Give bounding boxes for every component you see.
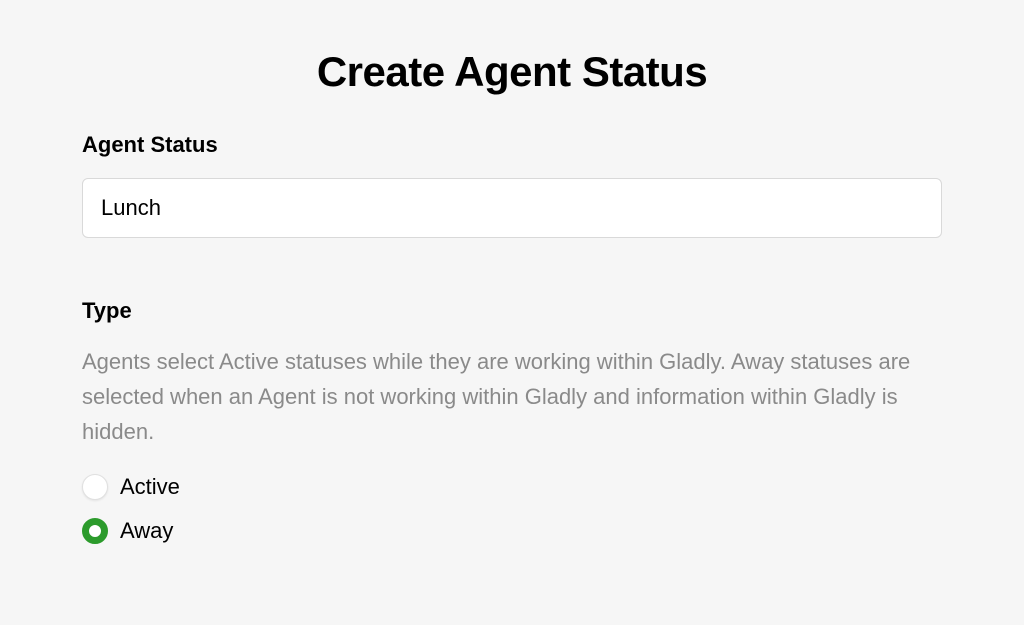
- radio-label-away: Away: [120, 518, 173, 544]
- page-title: Create Agent Status: [82, 48, 942, 96]
- agent-status-input[interactable]: [82, 178, 942, 238]
- type-label: Type: [82, 298, 942, 324]
- type-description: Agents select Active statuses while they…: [82, 344, 942, 450]
- agent-status-label: Agent Status: [82, 132, 942, 158]
- radio-option-active[interactable]: Active: [82, 474, 942, 500]
- radio-option-away[interactable]: Away: [82, 518, 942, 544]
- radio-icon: [82, 474, 108, 500]
- create-agent-status-form: Create Agent Status Agent Status Type Ag…: [0, 0, 1024, 544]
- radio-label-active: Active: [120, 474, 180, 500]
- type-radio-group: Active Away: [82, 474, 942, 544]
- radio-icon: [82, 518, 108, 544]
